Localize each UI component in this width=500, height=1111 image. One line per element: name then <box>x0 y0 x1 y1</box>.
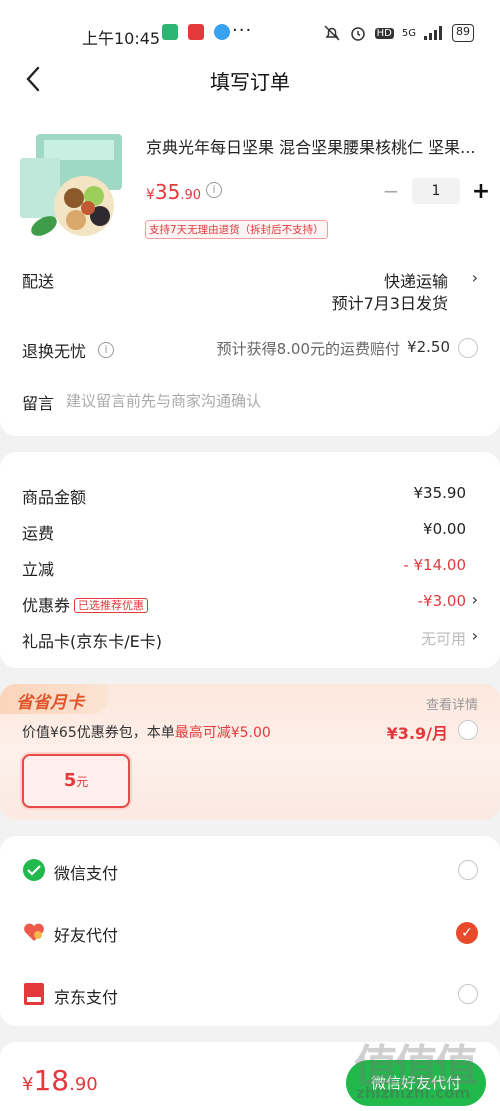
month-card-badge: 省省月卡 <box>0 684 108 714</box>
coupon-chevron-icon[interactable]: › <box>472 590 478 609</box>
price-currency: ¥ <box>146 187 155 203</box>
return-insurance-label: 退换无忧 <box>22 342 87 361</box>
watermark-url: zhizhizhi.com <box>356 1084 471 1102</box>
shipping-label: 运费 <box>22 524 55 543</box>
friend-pay-icon <box>24 923 44 941</box>
return-insurance-radio[interactable] <box>458 338 478 358</box>
return-insurance-info-icon[interactable]: i <box>98 342 114 358</box>
quantity-field[interactable]: 1 <box>412 178 460 204</box>
month-card-promo: 省省月卡 查看详情 价值¥65优惠券包，本单最高可减¥5.00 ¥3.9/月 5… <box>0 684 500 820</box>
product-price: ¥35.90 <box>146 180 201 204</box>
delivery-date: 预计7月3日发货 <box>331 294 448 313</box>
total-integer: 18 <box>33 1064 70 1097</box>
month-card-coupon: 5元 <box>22 754 130 808</box>
page-header: 填写订单 <box>0 56 500 106</box>
giftcard-label[interactable]: 礼品卡(京东卡/E卡) <box>22 628 162 652</box>
quantity-stepper: − 1 + <box>378 178 494 204</box>
cloud-icon <box>214 24 230 40</box>
return-insurance-fee: ¥2.50 <box>407 338 450 356</box>
shield-icon <box>162 24 178 40</box>
order-item-card: 京典光年每日坚果 混合坚果腰果核桃仁 坚果... ¥35.90 i − 1 + … <box>0 100 500 436</box>
payment-option-friend[interactable]: 好友代付 ✓ <box>0 902 500 962</box>
price-integer: 35 <box>154 180 181 204</box>
shipping-value: ¥0.00 <box>423 520 466 538</box>
hd-icon: HD <box>374 27 394 39</box>
battery-indicator: 89 <box>452 24 474 42</box>
status-time: 上午10:45 <box>82 29 161 48</box>
payment-option-jd[interactable]: 京东支付 <box>0 964 500 1024</box>
status-icons <box>162 24 230 40</box>
giftcard-value[interactable]: 无可用 <box>421 628 466 649</box>
friend-pay-checked-icon[interactable]: ✓ <box>456 922 478 944</box>
delivery-chevron-icon[interactable]: › <box>472 268 478 287</box>
payment-option-wechat[interactable]: 微信支付 <box>0 840 500 900</box>
product-name[interactable]: 京典光年每日坚果 混合坚果腰果核桃仁 坚果... <box>146 134 476 158</box>
message-input[interactable]: 建议留言前先与商家沟通确认 <box>66 390 261 411</box>
return-policy-tag: 支持7天无理由退货（拆封后不支持） <box>145 220 328 239</box>
month-card-radio[interactable] <box>458 720 478 740</box>
payment-label: 微信支付 <box>54 864 119 883</box>
view-detail-link[interactable]: 查看详情 <box>426 694 478 713</box>
total-price: ¥18.90 <box>22 1064 98 1097</box>
month-card-description: 价值¥65优惠券包，本单最高可减¥5.00 <box>22 722 271 742</box>
giftcard-chevron-icon[interactable]: › <box>472 626 478 645</box>
total-currency: ¥ <box>22 1074 34 1095</box>
discount-label: 立减 <box>22 560 55 579</box>
coupon-amount: 5 <box>63 770 77 791</box>
alarm-icon <box>350 27 365 41</box>
goods-amount-value: ¥35.90 <box>413 484 467 502</box>
price-info-icon[interactable]: i <box>206 182 222 198</box>
payment-methods-card: 微信支付 好友代付 ✓ 京东支付 <box>0 836 500 1026</box>
decrease-button[interactable]: − <box>378 179 404 203</box>
coupon-recommended-tag: 已选推荐优惠 <box>74 598 149 613</box>
total-decimal: .90 <box>69 1074 98 1095</box>
jd-pay-icon <box>24 983 44 1005</box>
message-label: 留言 <box>22 394 55 413</box>
mute-bell-icon <box>324 25 340 41</box>
page-title: 填写订单 <box>210 70 290 94</box>
coupon-unit: 元 <box>76 775 89 789</box>
more-status-dots: ··· <box>232 20 253 41</box>
delivery-label: 配送 <box>22 272 55 291</box>
month-card-desc-highlight: 最高可减¥5.00 <box>174 725 271 741</box>
increase-button[interactable]: + <box>468 179 494 204</box>
price-summary-card: 商品金额 ¥35.90 运费 ¥0.00 立减 - ¥14.00 优惠券 已选推荐… <box>0 452 500 668</box>
return-insurance-note: 预计获得8.00元的运费赔付 <box>216 340 400 358</box>
wechat-pay-icon <box>23 859 45 881</box>
payment-label: 京东支付 <box>54 988 119 1007</box>
product-image[interactable] <box>18 130 130 242</box>
app-notification-icon <box>188 24 204 40</box>
wechat-pay-radio[interactable] <box>458 860 478 880</box>
status-right: HD 5G 89 <box>323 24 474 42</box>
jd-pay-radio[interactable] <box>458 984 478 1004</box>
payment-label: 好友代付 <box>54 926 119 945</box>
discount-value: - ¥14.00 <box>403 556 466 574</box>
site-watermark: 值值值 zhizhizhi.com <box>354 1030 494 1105</box>
price-decimal: .90 <box>180 188 202 203</box>
delivery-method[interactable]: 快递运输 <box>384 268 448 292</box>
signal-icon <box>424 26 442 40</box>
goods-amount-label: 商品金额 <box>22 488 87 507</box>
network-label: 5G <box>401 27 416 39</box>
coupon-label: 优惠券 <box>22 596 71 615</box>
coupon-value[interactable]: -¥3.00 <box>418 592 466 610</box>
month-card-price: ¥3.9/月 <box>386 724 448 743</box>
coupon-row[interactable]: 优惠券 已选推荐优惠 <box>22 592 149 616</box>
month-card-desc-prefix: 价值¥65优惠券包，本单 <box>22 725 175 741</box>
